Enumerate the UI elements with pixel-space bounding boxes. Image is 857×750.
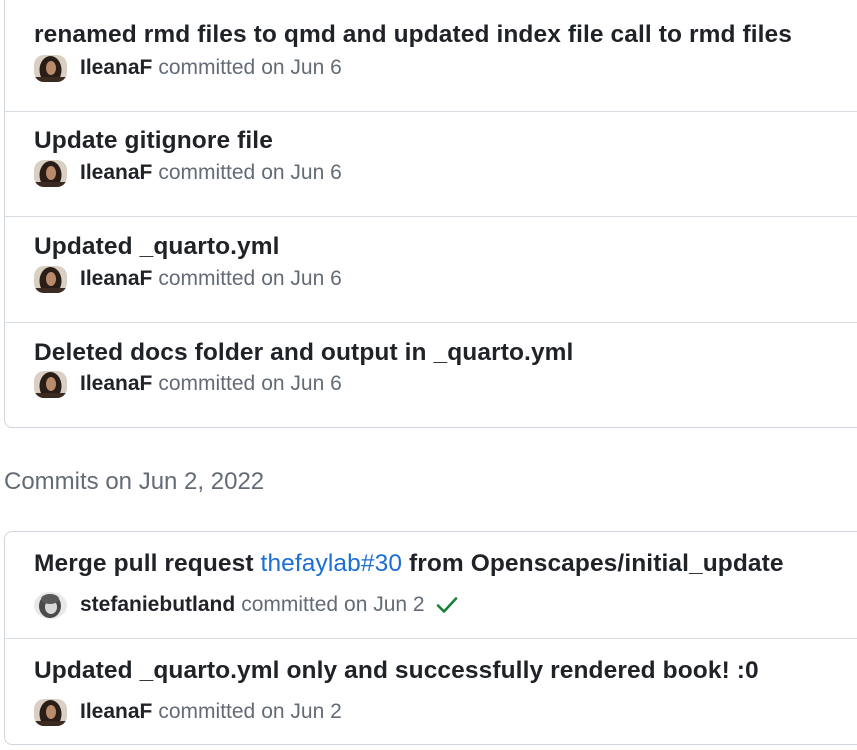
pull-request-link[interactable]: thefaylab#30 — [261, 550, 403, 577]
commit-row: Updated _quarto.yml IleanaF committed on… — [5, 216, 857, 322]
commit-author-link[interactable]: IleanaF — [80, 56, 152, 80]
commit-date: on Jun 2 — [344, 593, 425, 616]
commit-meta: stefaniebutland committed on Jun 2 — [34, 590, 459, 620]
avatar[interactable] — [34, 54, 67, 82]
commit-title-link[interactable]: Deleted docs folder and output in _quart… — [34, 339, 573, 367]
commit-row: Merge pull request thefaylab#30 from Ope… — [5, 532, 857, 638]
commit-action: committed — [158, 700, 256, 723]
commit-date: on Jun 6 — [261, 56, 342, 79]
commit-group-header: Commits on Jun 2, 2022 — [4, 468, 265, 495]
commit-row: Updated _quarto.yml only and successfull… — [5, 638, 857, 745]
check-icon[interactable] — [435, 595, 459, 615]
commit-meta: IleanaF committed on Jun 6 — [34, 264, 342, 294]
avatar[interactable] — [34, 698, 67, 726]
commit-title-link[interactable]: Updated _quarto.yml — [34, 233, 280, 261]
commit-list-jun-6: renamed rmd files to qmd and updated ind… — [4, 0, 857, 428]
commit-action: committed — [158, 161, 256, 184]
commit-author-link[interactable]: stefaniebutland — [80, 593, 235, 617]
commit-date: on Jun 6 — [261, 161, 342, 184]
commit-title-link[interactable]: from Openscapes/initial_update — [402, 550, 784, 577]
avatar[interactable] — [34, 370, 67, 398]
commit-row: Deleted docs folder and output in _quart… — [5, 322, 857, 427]
commit-meta: IleanaF committed on Jun 6 — [34, 369, 342, 399]
commit-row: renamed rmd files to qmd and updated ind… — [5, 1, 857, 106]
commit-date: on Jun 6 — [261, 372, 342, 395]
avatar[interactable] — [34, 265, 67, 293]
avatar[interactable] — [34, 591, 67, 619]
commit-meta: IleanaF committed on Jun 6 — [34, 158, 342, 188]
avatar[interactable] — [34, 159, 67, 187]
commit-author-link[interactable]: IleanaF — [80, 372, 152, 396]
commit-action: committed — [241, 593, 339, 616]
commit-title: Merge pull request thefaylab#30 from Ope… — [34, 550, 784, 578]
commit-action: committed — [158, 267, 256, 290]
commit-title-link[interactable]: renamed rmd files to qmd and updated ind… — [34, 21, 792, 49]
commit-meta: IleanaF committed on Jun 2 — [34, 697, 342, 727]
commit-row: Update gitignore file IleanaF committed … — [5, 111, 857, 217]
commit-list-jun-2: Merge pull request thefaylab#30 from Ope… — [4, 531, 857, 745]
commit-title-link[interactable]: Updated _quarto.yml only and successfull… — [34, 657, 759, 685]
commit-title-link[interactable]: Merge pull request — [34, 550, 261, 577]
commit-author-link[interactable]: IleanaF — [80, 161, 152, 185]
commit-author-link[interactable]: IleanaF — [80, 267, 152, 291]
commit-meta: IleanaF committed on Jun 6 — [34, 53, 342, 83]
commit-title-link[interactable]: Update gitignore file — [34, 127, 273, 155]
commit-date: on Jun 2 — [261, 700, 342, 723]
commit-date: on Jun 6 — [261, 267, 342, 290]
commit-author-link[interactable]: IleanaF — [80, 700, 152, 724]
commit-action: committed — [158, 56, 256, 79]
commit-action: committed — [158, 372, 256, 395]
